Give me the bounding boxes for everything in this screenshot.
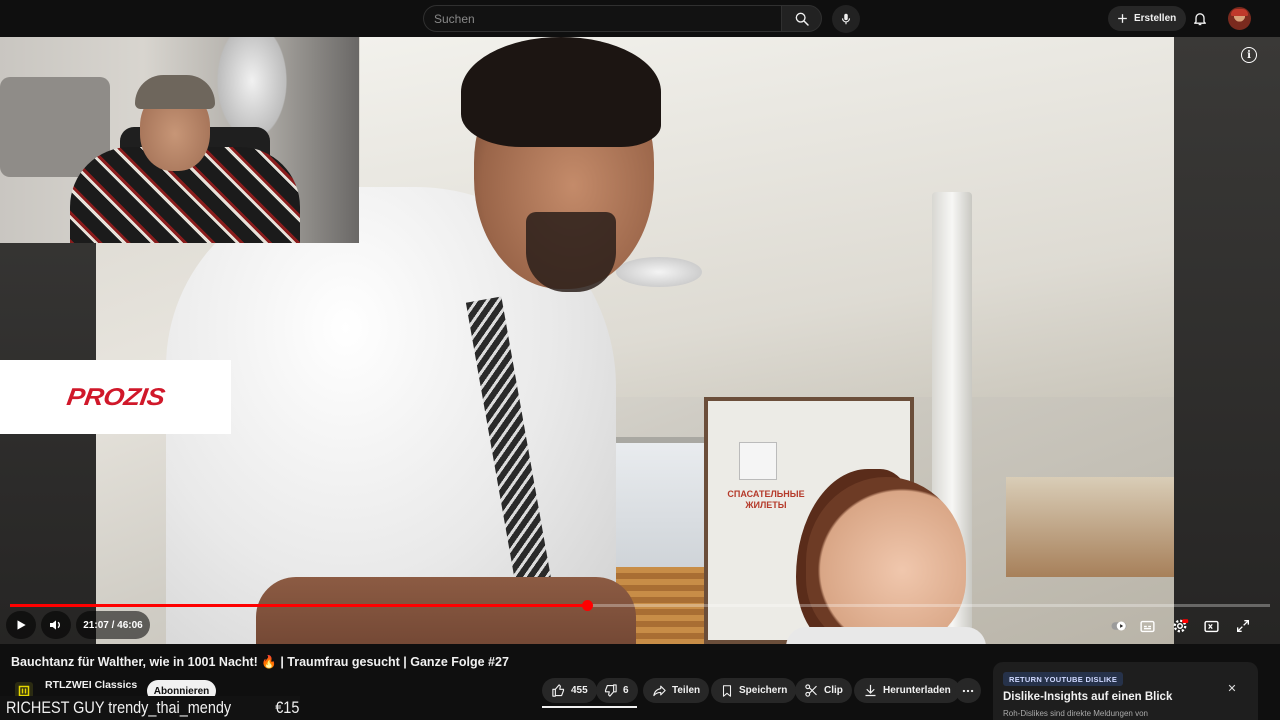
- bell-icon: [1194, 12, 1206, 25]
- dislike-button[interactable]: 6: [596, 678, 638, 703]
- sponsor-logo-overlay: PROZIS: [0, 360, 231, 434]
- channel-name[interactable]: RTLZWEI Classics: [45, 679, 137, 691]
- video-player[interactable]: СПАСАТЕЛЬНЫЕ ЖИЛЕТЫ PROZIS i 21:07 / 46:…: [0, 37, 1280, 644]
- share-icon: [653, 685, 666, 697]
- donation-ticker: RICHEST GUY trendy_thai_mendy €15: [0, 696, 300, 720]
- scene-sign: [739, 442, 777, 480]
- ryd-badge: RETURN YOUTUBE DISLIKE: [1003, 672, 1124, 686]
- save-label: Speichern: [739, 685, 788, 696]
- fullscreen-icon: [1237, 620, 1249, 632]
- more-horizontal-icon: [962, 689, 974, 692]
- play-button[interactable]: [6, 611, 36, 639]
- autoplay-toggle[interactable]: [1110, 617, 1128, 635]
- scene-man-beard: [526, 212, 616, 292]
- thumbs-down-icon: [604, 684, 617, 697]
- scene-sign-text: СПАСАТЕЛЬНЫЕ ЖИЛЕТЫ: [727, 489, 805, 510]
- ryd-title: Dislike-Insights auf einen Blick: [1003, 691, 1173, 703]
- miniplayer-button[interactable]: [1202, 617, 1220, 635]
- scissors-icon: [805, 684, 817, 697]
- like-button[interactable]: 455: [542, 678, 597, 703]
- time-display: 21:07 / 46:06: [76, 611, 150, 639]
- video-title: Bauchtanz für Walther, wie in 1001 Nacht…: [11, 655, 509, 669]
- subtitles-button[interactable]: [1138, 617, 1156, 635]
- dislike-count: 6: [623, 685, 629, 696]
- search-box[interactable]: [423, 5, 781, 32]
- share-button[interactable]: Teilen: [643, 678, 710, 703]
- download-button[interactable]: Herunterladen: [854, 678, 960, 703]
- sponsor-logo-text: PROZIS: [64, 383, 167, 411]
- youtube-watch-page: Erstellen СПАСАТЕЛЬНЫЕ ЖИЛЕТЫ: [0, 0, 1280, 720]
- notifications-button[interactable]: [1190, 8, 1210, 28]
- volume-button[interactable]: [41, 611, 71, 639]
- settings-button[interactable]: [1170, 616, 1190, 636]
- create-label: Erstellen: [1134, 13, 1177, 24]
- ticker-text: RICHEST GUY trendy_thai_mendy: [6, 698, 232, 717]
- top-bar: Erstellen: [0, 0, 1280, 37]
- like-count: 455: [571, 685, 588, 696]
- scene-woman: [806, 477, 966, 644]
- scene-lamp: [616, 257, 702, 287]
- volume-icon: [50, 620, 60, 630]
- gear-icon: [1173, 619, 1189, 633]
- share-label: Teilen: [672, 685, 701, 696]
- avatar[interactable]: [1228, 7, 1251, 30]
- download-icon: [865, 684, 876, 697]
- play-icon: [17, 620, 26, 630]
- video-letterbox-right: [1174, 37, 1280, 644]
- search-input[interactable]: [424, 6, 781, 31]
- search-button[interactable]: [781, 5, 822, 32]
- scene-man-arm: [256, 577, 636, 644]
- microphone-icon: [841, 13, 851, 25]
- plus-icon: [1118, 14, 1127, 23]
- clip-label: Clip: [824, 685, 843, 696]
- scene-woman-top: [786, 627, 986, 644]
- time-text: 21:07 / 46:06: [83, 619, 143, 631]
- info-icon[interactable]: i: [1241, 47, 1257, 63]
- thumbs-up-icon: [552, 684, 565, 697]
- create-button[interactable]: Erstellen: [1108, 6, 1187, 31]
- miniplayer-icon: [1203, 620, 1219, 632]
- close-icon[interactable]: ✕: [1226, 682, 1238, 695]
- scene-man-hair: [461, 37, 661, 147]
- bookmark-icon: [722, 684, 732, 697]
- webcam-overlay: [0, 37, 359, 243]
- scene-shelf: [1006, 477, 1174, 577]
- subtitles-icon: [1139, 620, 1155, 632]
- save-button[interactable]: Speichern: [711, 678, 797, 703]
- autoplay-icon: [1111, 621, 1127, 631]
- search-icon: [795, 12, 809, 26]
- fullscreen-button[interactable]: [1234, 617, 1252, 635]
- progress-bar[interactable]: [10, 600, 1270, 611]
- ticker-amount: €15: [275, 698, 300, 717]
- progress-played: [10, 604, 587, 607]
- like-ratio-bar: [542, 706, 637, 708]
- progress-scrubber[interactable]: [582, 600, 593, 611]
- more-actions-button[interactable]: [955, 678, 981, 703]
- webcam-hat: [135, 75, 215, 109]
- clip-button[interactable]: Clip: [795, 678, 852, 703]
- ryd-subtitle: Roh-Dislikes sind direkte Meldungen von: [1003, 709, 1148, 718]
- download-label: Herunterladen: [883, 685, 951, 696]
- voice-search-button[interactable]: [832, 5, 860, 33]
